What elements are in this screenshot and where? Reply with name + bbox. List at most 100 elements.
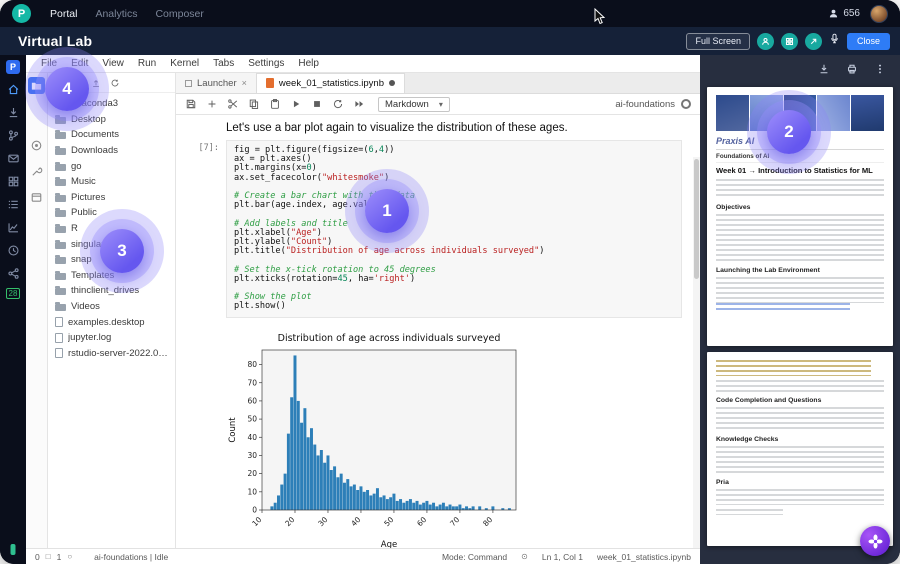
annotation-step-1[interactable]: 1 xyxy=(345,169,429,253)
home-icon[interactable] xyxy=(5,81,21,97)
list-icon[interactable] xyxy=(5,196,21,212)
tab-launcher[interactable]: Launcher × xyxy=(176,73,257,93)
add-cell-button[interactable] xyxy=(206,98,218,110)
download-icon[interactable] xyxy=(5,104,21,120)
cursor-position[interactable]: Ln 1, Col 1 xyxy=(542,552,583,562)
nav-item[interactable]: Composer xyxy=(146,8,212,20)
file-item[interactable]: jupyter.log xyxy=(48,330,175,346)
share-icon[interactable] xyxy=(5,265,21,281)
menu-item[interactable]: Tabs xyxy=(206,58,241,69)
print-icon[interactable] xyxy=(846,63,858,75)
fullscreen-button[interactable]: Full Screen xyxy=(686,33,750,50)
tabs-panel-icon[interactable] xyxy=(28,189,45,206)
file-icon xyxy=(55,348,63,358)
folder-icon xyxy=(55,226,66,233)
kernel-name: ai-foundations xyxy=(615,99,675,110)
svg-text:Distribution of age across ind: Distribution of age across individuals s… xyxy=(278,333,501,344)
participants-button[interactable] xyxy=(757,33,774,50)
code-cell[interactable]: [7]: fig = plt.figure(figsize=(6,4))ax =… xyxy=(176,140,690,318)
svg-text:40: 40 xyxy=(349,515,362,528)
kernel-status-icon[interactable] xyxy=(681,99,691,109)
file-item[interactable]: Downloads xyxy=(48,143,175,159)
svg-text:0: 0 xyxy=(252,505,257,514)
menu-item[interactable]: Run xyxy=(131,58,163,69)
jupyterlab-activity-bar xyxy=(26,73,48,548)
execution-count: [7]: xyxy=(176,140,226,318)
run-button[interactable] xyxy=(290,98,302,110)
folder-icon xyxy=(55,164,66,171)
kernel-count: 1 xyxy=(57,552,62,562)
clock-icon[interactable] xyxy=(5,242,21,258)
close-button[interactable]: Close xyxy=(847,33,890,50)
notebook-toolbar: Markdown ▾ ai-foundations xyxy=(176,94,700,115)
annotation-step-2[interactable]: 2 xyxy=(747,90,831,174)
unsaved-changes-dot[interactable] xyxy=(389,80,395,86)
menu-item[interactable]: Settings xyxy=(241,58,291,69)
pria-assistant-button[interactable] xyxy=(860,526,890,556)
notebook-content: Let's use a bar plot again to visualize … xyxy=(176,115,700,548)
restart-run-all-button[interactable] xyxy=(353,98,365,110)
save-button[interactable] xyxy=(185,98,197,110)
svg-text:60: 60 xyxy=(247,396,257,405)
section-heading: Launching the Lab Environment xyxy=(716,267,884,274)
file-item[interactable]: go xyxy=(48,158,175,174)
virtual-lab-window: P PortalAnalyticsComposer 656 Virtual La… xyxy=(0,0,900,564)
cell-type-dropdown[interactable]: Markdown ▾ xyxy=(378,97,450,112)
running-sessions-icon[interactable] xyxy=(28,137,45,154)
paste-button[interactable] xyxy=(269,98,281,110)
folder-icon xyxy=(55,304,66,311)
stop-button[interactable] xyxy=(311,98,323,110)
apps-grid-icon[interactable] xyxy=(5,173,21,189)
refresh-icon[interactable] xyxy=(110,78,120,88)
svg-text:70: 70 xyxy=(247,378,257,387)
svg-text:60: 60 xyxy=(415,515,428,528)
file-item[interactable]: Music xyxy=(48,174,175,190)
section-heading: Code Completion and Questions xyxy=(716,397,884,404)
scrollbar-thumb[interactable] xyxy=(694,159,699,279)
annotation-step-3[interactable]: 3 xyxy=(80,209,164,293)
code-editor[interactable]: fig = plt.figure(figsize=(6,4))ax = plt.… xyxy=(234,146,674,312)
tab-notebook[interactable]: week_01_statistics.ipynb xyxy=(257,73,405,93)
apps-button[interactable] xyxy=(781,33,798,50)
copy-button[interactable] xyxy=(248,98,260,110)
cut-button[interactable] xyxy=(227,98,239,110)
close-icon[interactable]: × xyxy=(242,78,247,88)
kernel-status-text[interactable]: ai-foundations | Idle xyxy=(94,552,168,562)
mail-icon[interactable] xyxy=(5,150,21,166)
markdown-cell[interactable]: Let's use a bar plot again to visualize … xyxy=(176,120,690,134)
microphone-button[interactable] xyxy=(829,32,840,50)
svg-text:20: 20 xyxy=(283,515,296,528)
nav-item[interactable]: Analytics xyxy=(86,8,146,20)
mode-indicator[interactable]: Mode: Command xyxy=(442,552,507,562)
tab-bar: Launcher × week_01_statistics.ipynb xyxy=(176,73,700,94)
rail-count-badge: 28 xyxy=(6,288,21,299)
folder-icon xyxy=(55,242,66,249)
nav-item[interactable]: Portal xyxy=(41,8,86,20)
svg-text:70: 70 xyxy=(448,515,461,528)
annotation-step-4[interactable]: 4 xyxy=(25,47,109,131)
share-screen-button[interactable] xyxy=(805,33,822,50)
paragraph-placeholder xyxy=(716,214,884,262)
file-item[interactable]: Pictures xyxy=(48,190,175,206)
restart-kernel-button[interactable] xyxy=(332,98,344,110)
mic-icon xyxy=(829,32,840,45)
file-item[interactable]: Videos xyxy=(48,299,175,315)
folder-icon xyxy=(55,148,66,155)
download-document-icon[interactable] xyxy=(818,63,830,75)
menu-item[interactable]: Help xyxy=(291,58,326,69)
more-options-icon[interactable] xyxy=(874,63,886,75)
section-heading: Objectives xyxy=(716,204,884,211)
portal-rail-logo-icon[interactable]: P xyxy=(6,60,20,74)
arrow-up-right-icon xyxy=(809,37,818,46)
menu-item[interactable]: Kernel xyxy=(163,58,206,69)
tools-icon[interactable] xyxy=(28,163,45,180)
file-item[interactable]: examples.desktop xyxy=(48,314,175,330)
file-list: anaconda3 Desktop Documents Downloads xyxy=(48,93,175,548)
viewer-count: 656 xyxy=(828,8,860,19)
user-avatar[interactable] xyxy=(870,5,888,23)
notebook-scrollbar[interactable] xyxy=(693,157,700,548)
file-item[interactable]: rstudio-server-2022.07.1-5.. xyxy=(48,346,175,362)
chevron-down-icon: ▾ xyxy=(439,100,443,109)
git-branch-icon[interactable] xyxy=(5,127,21,143)
chart-icon[interactable] xyxy=(5,219,21,235)
